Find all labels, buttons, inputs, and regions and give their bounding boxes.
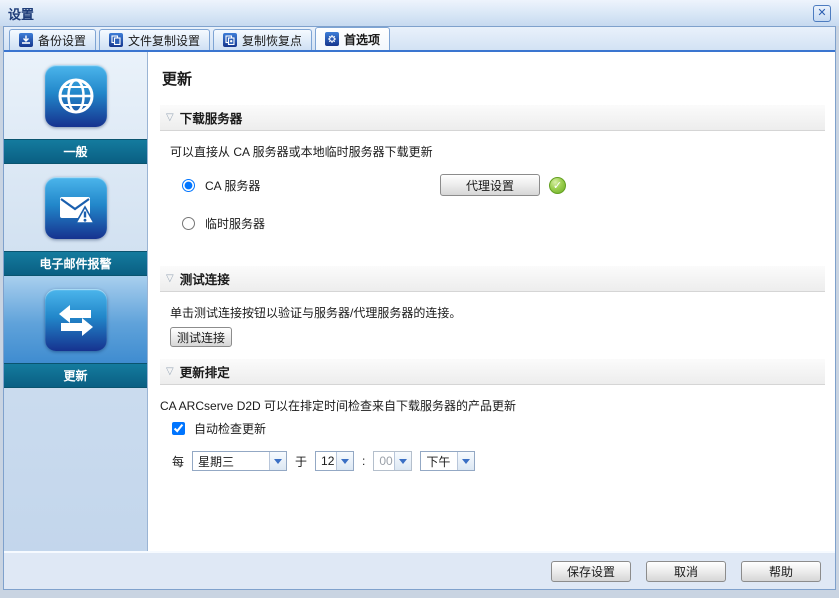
green-check-icon: ✓ xyxy=(549,176,566,194)
section-header-label: 下载服务器 xyxy=(179,112,243,126)
test-connection-button[interactable]: 测试连接 xyxy=(170,327,233,347)
day-of-week-select[interactable]: 星期三 xyxy=(192,451,288,471)
tab-backup-settings[interactable]: 备份设置 xyxy=(9,29,97,50)
gear-icon xyxy=(325,32,340,46)
dialog-body: 一般 电子邮件报警 更新 更新 ▽ 下载服务器 可以直接从 CA 服务器或本地临… xyxy=(4,52,835,551)
sidebar-item-email-alerts[interactable]: 电子邮件报警 xyxy=(4,164,147,276)
globe-icon xyxy=(44,64,107,127)
time-separator: : xyxy=(362,454,366,468)
ca-server-radio[interactable] xyxy=(182,178,195,192)
collapse-icon[interactable]: ▽ xyxy=(166,366,174,377)
sidebar-item-label: 一般 xyxy=(4,139,147,164)
ca-server-radio-row: CA 服务器 代理设置 ✓ xyxy=(182,174,825,196)
sidebar-item-label: 更新 xyxy=(4,363,147,388)
day-of-week-value: 星期三 xyxy=(198,454,235,469)
update-schedule-description: CA ARCserve D2D 可以在排定时间检查来自下载服务器的产品更新 xyxy=(160,399,517,413)
sidebar-item-updates[interactable]: 更新 xyxy=(4,276,147,388)
sidebar-item-label: 电子邮件报警 xyxy=(4,251,147,276)
section-update-schedule: ▽ 更新排定 CA ARCserve D2D 可以在排定时间检查来自下载服务器的… xyxy=(160,359,825,487)
ampm-value: 下午 xyxy=(426,454,451,469)
hour-select[interactable]: 12 xyxy=(315,451,355,471)
chevron-down-icon[interactable] xyxy=(457,452,475,470)
copy-recovery-icon xyxy=(223,33,238,47)
minute-value: 00 xyxy=(379,454,393,468)
main-content: 更新 ▽ 下载服务器 可以直接从 CA 服务器或本地临时服务器下载更新 CA 服… xyxy=(148,52,835,551)
schedule-row: 每 星期三 于 12 : 00 下午 xyxy=(172,451,825,471)
tab-file-copy-settings[interactable]: 文件复制设置 xyxy=(99,29,211,50)
auto-check-updates-checkbox[interactable] xyxy=(172,422,185,435)
section-test-connection: ▽ 测试连接 单击测试连接按钮以验证与服务器/代理服务器的连接。 测试连接 xyxy=(160,266,825,359)
hour-value: 12 xyxy=(321,454,335,468)
email-alert-icon xyxy=(44,176,107,239)
tab-label: 文件复制设置 xyxy=(128,33,201,48)
ampm-select[interactable]: 下午 xyxy=(420,451,476,471)
file-copy-icon xyxy=(109,33,124,47)
cancel-button[interactable]: 取消 xyxy=(646,560,726,582)
tab-copy-recovery-points[interactable]: 复制恢复点 xyxy=(213,29,313,50)
at-label: 于 xyxy=(295,454,308,469)
dialog-panel: 备份设置 文件复制设置 复制恢复点 首选项 一般 电子邮件报警 更新 更新 ▽ … xyxy=(3,26,836,590)
help-button[interactable]: 帮助 xyxy=(741,560,821,582)
section-header-label: 更新排定 xyxy=(179,366,230,380)
backup-icon xyxy=(19,33,33,47)
tab-label: 复制恢复点 xyxy=(242,33,303,48)
section-header-label: 测试连接 xyxy=(179,273,230,287)
staging-server-radio[interactable] xyxy=(182,216,195,230)
staging-server-radio-row: 临时服务器 xyxy=(182,212,825,234)
collapse-icon[interactable]: ▽ xyxy=(166,273,174,284)
chevron-down-icon[interactable] xyxy=(269,452,287,470)
minute-select[interactable]: 00 xyxy=(373,451,413,471)
tab-strip: 备份设置 文件复制设置 复制恢复点 首选项 xyxy=(4,27,835,52)
footer-bar: 保存设置 取消 帮助 xyxy=(4,551,835,589)
save-settings-button[interactable]: 保存设置 xyxy=(551,560,631,582)
section-download-server: ▽ 下载服务器 可以直接从 CA 服务器或本地临时服务器下载更新 CA 服务器 … xyxy=(160,105,825,266)
close-icon[interactable]: ✕ xyxy=(813,4,831,22)
every-label: 每 xyxy=(172,454,185,469)
ca-server-label: CA 服务器 xyxy=(205,178,261,193)
test-connection-description: 单击测试连接按钮以验证与服务器/代理服务器的连接。 xyxy=(170,306,462,320)
staging-server-label: 临时服务器 xyxy=(205,216,266,231)
proxy-settings-button[interactable]: 代理设置 xyxy=(440,174,540,196)
download-server-description: 可以直接从 CA 服务器或本地临时服务器下载更新 xyxy=(170,145,433,159)
sidebar: 一般 电子邮件报警 更新 xyxy=(4,52,148,551)
window-title: 设置 xyxy=(8,6,35,22)
settings-dialog: 设置 ✕ 备份设置 文件复制设置 复制恢复点 首选项 一般 电子邮件报警 更新 … xyxy=(0,0,839,598)
auto-check-row: 自动检查更新 xyxy=(172,420,825,437)
update-arrows-icon xyxy=(44,288,107,351)
page-title: 更新 xyxy=(162,71,193,88)
sidebar-item-general[interactable]: 一般 xyxy=(4,52,147,164)
tab-preferences[interactable]: 首选项 xyxy=(315,27,391,50)
tab-label: 备份设置 xyxy=(38,33,87,48)
chevron-down-icon[interactable] xyxy=(336,452,354,470)
title-bar: 设置 ✕ xyxy=(0,0,839,26)
tab-label: 首选项 xyxy=(344,32,381,47)
collapse-icon[interactable]: ▽ xyxy=(166,112,174,123)
auto-check-label: 自动检查更新 xyxy=(194,422,267,436)
chevron-down-icon[interactable] xyxy=(394,452,412,470)
